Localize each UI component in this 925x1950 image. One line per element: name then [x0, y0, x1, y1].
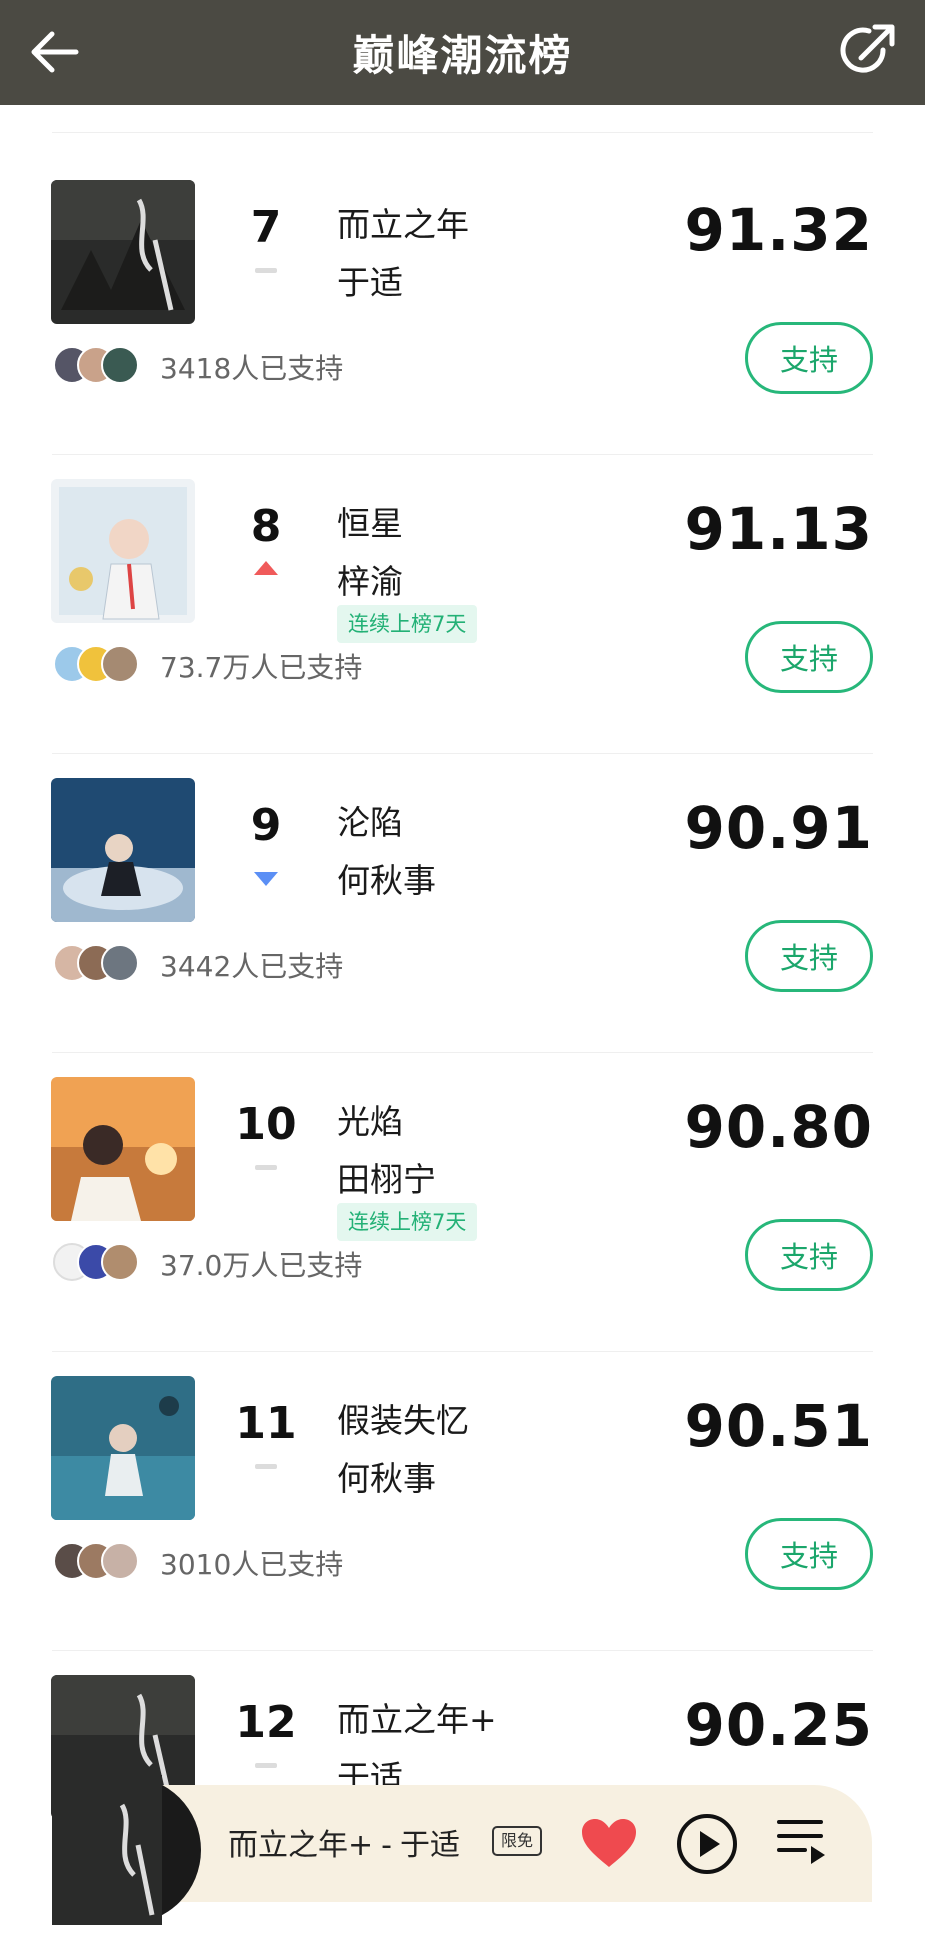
- share-icon[interactable]: [839, 20, 899, 82]
- score: 91.13: [684, 495, 873, 563]
- supporter-avatars: [53, 645, 149, 685]
- score: 90.25: [684, 1691, 873, 1759]
- trend-flat-icon: [255, 1165, 277, 1170]
- now-playing-cover[interactable]: [52, 1775, 202, 1925]
- song-title: 而立之年+: [337, 1700, 497, 1739]
- avatar: [101, 645, 139, 683]
- heart-icon[interactable]: [580, 1817, 638, 1869]
- supporter-avatars: [53, 346, 149, 386]
- artist-name: 于适: [337, 263, 403, 302]
- playlist-icon[interactable]: [775, 1814, 829, 1868]
- song-title: 沦陷: [337, 803, 403, 842]
- rank-number: 12: [235, 1697, 297, 1748]
- support-button[interactable]: 支持: [745, 1518, 873, 1590]
- rank-number: 7: [250, 202, 282, 253]
- supporter-count: 37.0万人已支持: [160, 1249, 363, 1282]
- trend-flat-icon: [255, 1763, 277, 1768]
- artist-name: 田栩宁: [337, 1160, 436, 1199]
- support-button[interactable]: 支持: [745, 1219, 873, 1291]
- support-button[interactable]: 支持: [745, 322, 873, 394]
- play-icon[interactable]: [676, 1813, 738, 1875]
- song-title: 光焰: [337, 1102, 403, 1141]
- trend-flat-icon: [255, 1464, 277, 1469]
- back-arrow-icon[interactable]: [26, 22, 86, 82]
- rank-number: 8: [250, 501, 282, 552]
- avatar: [101, 1542, 139, 1580]
- album-cover[interactable]: [51, 778, 195, 922]
- album-cover[interactable]: [51, 1077, 195, 1221]
- support-button[interactable]: 支持: [745, 621, 873, 693]
- song-title: 而立之年: [337, 205, 469, 244]
- ranking-row[interactable]: 10 光焰 田栩宁 连续上榜7天 90.80 支持 37.0万人已支持: [0, 1053, 925, 1352]
- score: 90.51: [684, 1392, 873, 1460]
- page-title: 巅峰潮流榜: [352, 31, 573, 80]
- trend-up-icon: [254, 561, 278, 575]
- free-badge: 限免: [492, 1826, 542, 1856]
- supporter-avatars: [53, 1243, 149, 1283]
- avatar: [101, 944, 139, 982]
- album-cover[interactable]: [51, 479, 195, 623]
- supporter-count: 3010人已支持: [160, 1548, 344, 1581]
- ranking-row[interactable]: 7 而立之年 于适 91.32 支持 3418人已支持: [0, 156, 925, 455]
- ranking-row[interactable]: 8 恒星 梓渝 连续上榜7天 91.13 支持 73.7万人已支持: [0, 455, 925, 754]
- score: 90.91: [684, 794, 873, 862]
- album-cover[interactable]: [51, 1376, 195, 1520]
- rank-number: 11: [235, 1398, 297, 1449]
- ranking-row[interactable]: 11 假装失忆 何秋事 90.51 支持 3010人已支持: [0, 1352, 925, 1651]
- divider: [52, 132, 873, 133]
- ranking-row[interactable]: 9 沦陷 何秋事 90.91 支持 3442人已支持: [0, 754, 925, 1053]
- avatar: [101, 346, 139, 384]
- trend-down-icon: [254, 872, 278, 886]
- song-title: 假装失忆: [337, 1401, 469, 1440]
- title-separator: -: [381, 1828, 392, 1863]
- trend-flat-icon: [255, 268, 277, 273]
- rank-number: 9: [250, 800, 282, 851]
- supporter-avatars: [53, 1542, 149, 1582]
- avatar: [101, 1243, 139, 1281]
- now-playing-artist: 于适: [399, 1828, 460, 1863]
- score: 90.80: [684, 1093, 873, 1161]
- supporter-avatars: [53, 944, 149, 984]
- top-bar: 巅峰潮流榜: [0, 0, 925, 105]
- supporter-count: 3418人已支持: [160, 352, 344, 385]
- artist-name: 何秋事: [337, 861, 436, 900]
- rank-number: 10: [235, 1099, 297, 1150]
- supporter-count: 73.7万人已支持: [160, 651, 363, 684]
- supporter-count: 3442人已支持: [160, 950, 344, 983]
- song-title: 恒星: [337, 504, 403, 543]
- now-playing-song: 而立之年+: [228, 1828, 374, 1863]
- album-cover[interactable]: [51, 180, 195, 324]
- streak-badge: 连续上榜7天: [337, 1203, 478, 1241]
- artist-name: 梓渝: [337, 562, 403, 601]
- artist-name: 何秋事: [337, 1459, 436, 1498]
- support-button[interactable]: 支持: [745, 920, 873, 992]
- score: 91.32: [684, 196, 873, 264]
- streak-badge: 连续上榜7天: [337, 605, 478, 643]
- now-playing-title: 而立之年+ - 于适: [228, 1820, 460, 1864]
